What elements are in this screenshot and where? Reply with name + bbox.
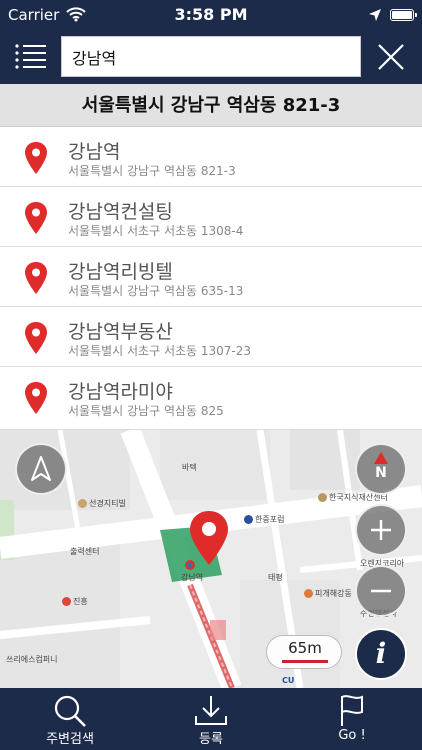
map-pin-icon	[25, 322, 47, 354]
list-item[interactable]: 강남역컨설팅 서울특별시 서초구 서초동 1308-4	[0, 187, 422, 247]
poi-label[interactable]: 진흥	[62, 596, 88, 607]
scale-bar	[282, 660, 328, 663]
search-icon	[54, 695, 86, 727]
poi-label[interactable]: 태평	[268, 572, 283, 583]
poi-text: 한중포럼	[255, 515, 285, 524]
map-pin-icon	[25, 142, 47, 174]
download-icon	[195, 696, 227, 725]
zoom-out-button[interactable]	[355, 565, 407, 617]
poi-label[interactable]: CU	[282, 676, 294, 685]
minus-icon	[371, 589, 391, 593]
compass-north-icon	[374, 452, 388, 464]
selected-location-pin-icon[interactable]	[189, 510, 229, 566]
search-input[interactable]: 강남역	[61, 36, 361, 77]
scale-label: 65m	[288, 639, 322, 657]
result-address: 서울특별시 강남구 역삼동 825	[68, 404, 224, 418]
navigation-arrow-icon	[31, 456, 51, 481]
tab-label: Go !	[338, 728, 366, 743]
tab-nearby-search[interactable]: 주변검색	[0, 688, 140, 750]
status-bar: Carrier 3:58 PM	[0, 0, 422, 30]
tab-register[interactable]: 등록	[141, 688, 281, 750]
map-pin-icon	[25, 202, 47, 234]
result-name: 강남역부동산	[68, 321, 173, 343]
map-pin-icon	[25, 382, 47, 414]
battery-icon	[390, 9, 417, 21]
result-name: 강남역리빙텔	[68, 261, 173, 283]
clock: 3:58 PM	[174, 5, 248, 24]
map-pin-icon	[25, 262, 47, 294]
poi-text: 진흥	[73, 597, 88, 606]
list-item[interactable]: 강남역라미야 서울특별시 강남구 역삼동 825	[0, 367, 422, 430]
poi-label[interactable]: 출력센터	[70, 546, 99, 557]
poi-label[interactable]: 쓰리에스컴퍼니	[6, 654, 58, 665]
bottom-tab-bar: 주변검색 등록 Go !	[0, 688, 422, 750]
flag-icon	[341, 695, 363, 726]
compass-button[interactable]: N	[355, 443, 407, 495]
search-results-list: 강남역 서울특별시 강남구 역삼동 821-3 강남역컨설팅 서울특별시 서초구…	[0, 127, 422, 430]
poi-label[interactable]: 강남역	[181, 572, 203, 583]
zoom-in-button[interactable]	[355, 504, 407, 556]
result-address: 서울특별시 서초구 서초동 1308-4	[68, 224, 244, 238]
map-view[interactable]: 바텍 선경지티빌 한국지식재산센터 한중포럼 출력센터 강남역 태평 오렌지코리…	[0, 430, 422, 688]
result-name: 강남역라미야	[68, 381, 173, 403]
tab-go[interactable]: Go !	[282, 688, 422, 750]
menu-icon[interactable]	[14, 42, 48, 72]
tab-label: 주변검색	[46, 732, 94, 747]
map-scale: 65m	[266, 635, 342, 669]
poi-label[interactable]: 피개해강동	[304, 588, 352, 599]
close-icon[interactable]	[377, 43, 405, 71]
poi-label[interactable]: 선경지티빌	[78, 498, 126, 509]
list-item[interactable]: 강남역 서울특별시 강남구 역삼동 821-3	[0, 127, 422, 187]
current-location-button[interactable]	[15, 443, 67, 495]
poi-text: 선경지티빌	[89, 499, 126, 508]
tab-label: 등록	[199, 732, 223, 747]
address-banner: 서울특별시 강남구 역삼동 821-3	[0, 84, 422, 127]
info-button[interactable]: i	[355, 628, 407, 680]
list-item[interactable]: 강남역부동산 서울특별시 서초구 서초동 1307-23	[0, 307, 422, 367]
list-item[interactable]: 강남역리빙텔 서울특별시 강남구 역삼동 635-13	[0, 247, 422, 307]
result-name: 강남역	[68, 141, 121, 163]
top-nav: 강남역	[0, 30, 422, 84]
poi-label[interactable]: 바텍	[182, 462, 197, 473]
poi-text: 피개해강동	[315, 589, 352, 598]
result-address: 서울특별시 서초구 서초동 1307-23	[68, 344, 252, 358]
poi-label[interactable]: 한중포럼	[244, 514, 284, 525]
result-address: 서울특별시 강남구 역삼동 821-3	[68, 164, 236, 178]
compass-label: N	[375, 465, 387, 481]
location-arrow-icon	[368, 7, 382, 26]
result-address: 서울특별시 강남구 역삼동 635-13	[68, 284, 244, 298]
plus-icon	[371, 520, 391, 540]
result-name: 강남역컨설팅	[68, 201, 173, 223]
